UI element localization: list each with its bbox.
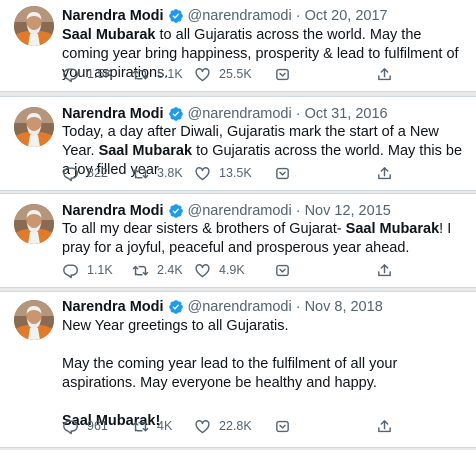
tweet-header: Narendra Modi @narendramodi · Oct 20, 20… — [62, 6, 468, 26]
verified-badge-icon — [168, 106, 184, 122]
reply-button[interactable]: 822 — [62, 165, 108, 182]
tweet-text: New Year greetings to all Gujaratis. May… — [62, 317, 466, 431]
tweet-feed: Narendra Modi @narendramodi · Oct 20, 20… — [0, 0, 476, 450]
author-handle[interactable]: @narendramodi — [188, 203, 292, 219]
reply-icon — [62, 262, 79, 279]
author-handle[interactable]: @narendramodi — [188, 106, 292, 122]
tweet-date[interactable]: Oct 31, 2016 — [305, 106, 388, 122]
share-button[interactable] — [376, 262, 401, 279]
like-button[interactable]: 13.5K — [194, 165, 252, 182]
tweet[interactable]: Narendra Modi @narendramodi · Nov 12, 20… — [0, 193, 476, 288]
author-handle[interactable]: @narendramodi — [188, 299, 292, 315]
reply-button[interactable]: 1.1K — [62, 262, 113, 279]
tweet-date[interactable]: Oct 20, 2017 — [305, 8, 388, 24]
retweet-icon — [132, 418, 149, 435]
tweet[interactable]: Narendra Modi @narendramodi · Oct 20, 20… — [0, 0, 476, 92]
text-paragraph: New Year greetings to all Gujaratis. — [62, 318, 289, 334]
like-icon — [194, 66, 211, 83]
reply-count: 961 — [87, 419, 108, 433]
avatar[interactable] — [14, 6, 54, 46]
author-name[interactable]: Narendra Modi — [62, 203, 164, 219]
tweet-header: Narendra Modi @narendramodi · Nov 12, 20… — [62, 201, 468, 221]
bookmark-icon — [274, 165, 291, 182]
separator: · — [295, 299, 301, 315]
tweet-actions: 961 4K 22.8K — [62, 418, 466, 438]
verified-badge-icon — [168, 203, 184, 219]
bookmark-icon — [274, 262, 291, 279]
bookmark-icon — [274, 418, 291, 435]
share-icon — [376, 262, 393, 279]
like-count: 25.5K — [219, 67, 252, 81]
author-name[interactable]: Narendra Modi — [62, 106, 164, 122]
retweet-button[interactable]: 4K — [132, 418, 172, 435]
bookmark-button[interactable] — [274, 66, 299, 83]
tweet[interactable]: Narendra Modi @narendramodi · Oct 31, 20… — [0, 96, 476, 191]
retweet-count: 2.4K — [157, 263, 183, 277]
author-handle[interactable]: @narendramodi — [188, 8, 292, 24]
avatar[interactable] — [14, 204, 54, 244]
bookmark-button[interactable] — [274, 418, 299, 435]
avatar[interactable] — [14, 107, 54, 147]
like-count: 22.8K — [219, 419, 252, 433]
author-name[interactable]: Narendra Modi — [62, 8, 164, 24]
bookmark-button[interactable] — [274, 262, 299, 279]
text-run: To all my dear sisters & brothers of Guj… — [62, 221, 346, 237]
tweet-text: To all my dear sisters & brothers of Guj… — [62, 220, 466, 258]
like-icon — [194, 165, 211, 182]
tweet-date[interactable]: Nov 12, 2015 — [305, 203, 391, 219]
reply-button[interactable]: 961 — [62, 418, 108, 435]
like-count: 13.5K — [219, 166, 252, 180]
retweet-button[interactable]: 5.1K — [132, 66, 183, 83]
avatar[interactable] — [14, 300, 54, 340]
retweet-icon — [132, 165, 149, 182]
text-bold: Saal Mubarak — [98, 143, 193, 159]
share-icon — [376, 66, 393, 83]
retweet-count: 4K — [157, 419, 173, 433]
like-button[interactable]: 25.5K — [194, 66, 252, 83]
text-bold: Saal Mubarak — [62, 27, 156, 43]
retweet-icon — [132, 66, 149, 83]
bookmark-button[interactable] — [274, 165, 299, 182]
verified-badge-icon — [168, 299, 184, 315]
separator: · — [295, 106, 301, 122]
like-button[interactable]: 4.9K — [194, 262, 245, 279]
like-icon — [194, 262, 211, 279]
retweet-icon — [132, 262, 149, 279]
retweet-count: 5.1K — [157, 67, 183, 81]
tweet-actions: 822 3.8K 13.5K — [62, 165, 466, 185]
reply-count: 822 — [87, 166, 108, 180]
separator: · — [295, 8, 301, 24]
like-button[interactable]: 22.8K — [194, 418, 252, 435]
tweet-actions: 1.5K 5.1K 25.5K — [62, 66, 466, 86]
reply-count: 1.1K — [87, 263, 113, 277]
retweet-button[interactable]: 3.8K — [132, 165, 183, 182]
reply-icon — [62, 165, 79, 182]
author-name[interactable]: Narendra Modi — [62, 299, 164, 315]
text-paragraph: May the coming year lead to the fulfilme… — [62, 356, 398, 391]
retweet-button[interactable]: 2.4K — [132, 262, 183, 279]
tweet[interactable]: Narendra Modi @narendramodi · Nov 8, 201… — [0, 291, 476, 448]
reply-button[interactable]: 1.5K — [62, 66, 113, 83]
separator: · — [295, 203, 301, 219]
share-button[interactable] — [376, 165, 401, 182]
reply-icon — [62, 66, 79, 83]
text-bold: Saal Mubarak — [345, 221, 440, 237]
like-count: 4.9K — [219, 263, 245, 277]
reply-icon — [62, 418, 79, 435]
reply-count: 1.5K — [87, 67, 113, 81]
verified-badge-icon — [168, 8, 184, 24]
retweet-count: 3.8K — [157, 166, 183, 180]
bookmark-icon — [274, 66, 291, 83]
share-button[interactable] — [376, 418, 401, 435]
share-button[interactable] — [376, 66, 401, 83]
share-icon — [376, 418, 393, 435]
tweet-header: Narendra Modi @narendramodi · Nov 8, 201… — [62, 297, 468, 317]
tweet-date[interactable]: Nov 8, 2018 — [305, 299, 383, 315]
like-icon — [194, 418, 211, 435]
tweet-header: Narendra Modi @narendramodi · Oct 31, 20… — [62, 104, 468, 124]
tweet-actions: 1.1K 2.4K 4.9K — [62, 262, 466, 282]
share-icon — [376, 165, 393, 182]
